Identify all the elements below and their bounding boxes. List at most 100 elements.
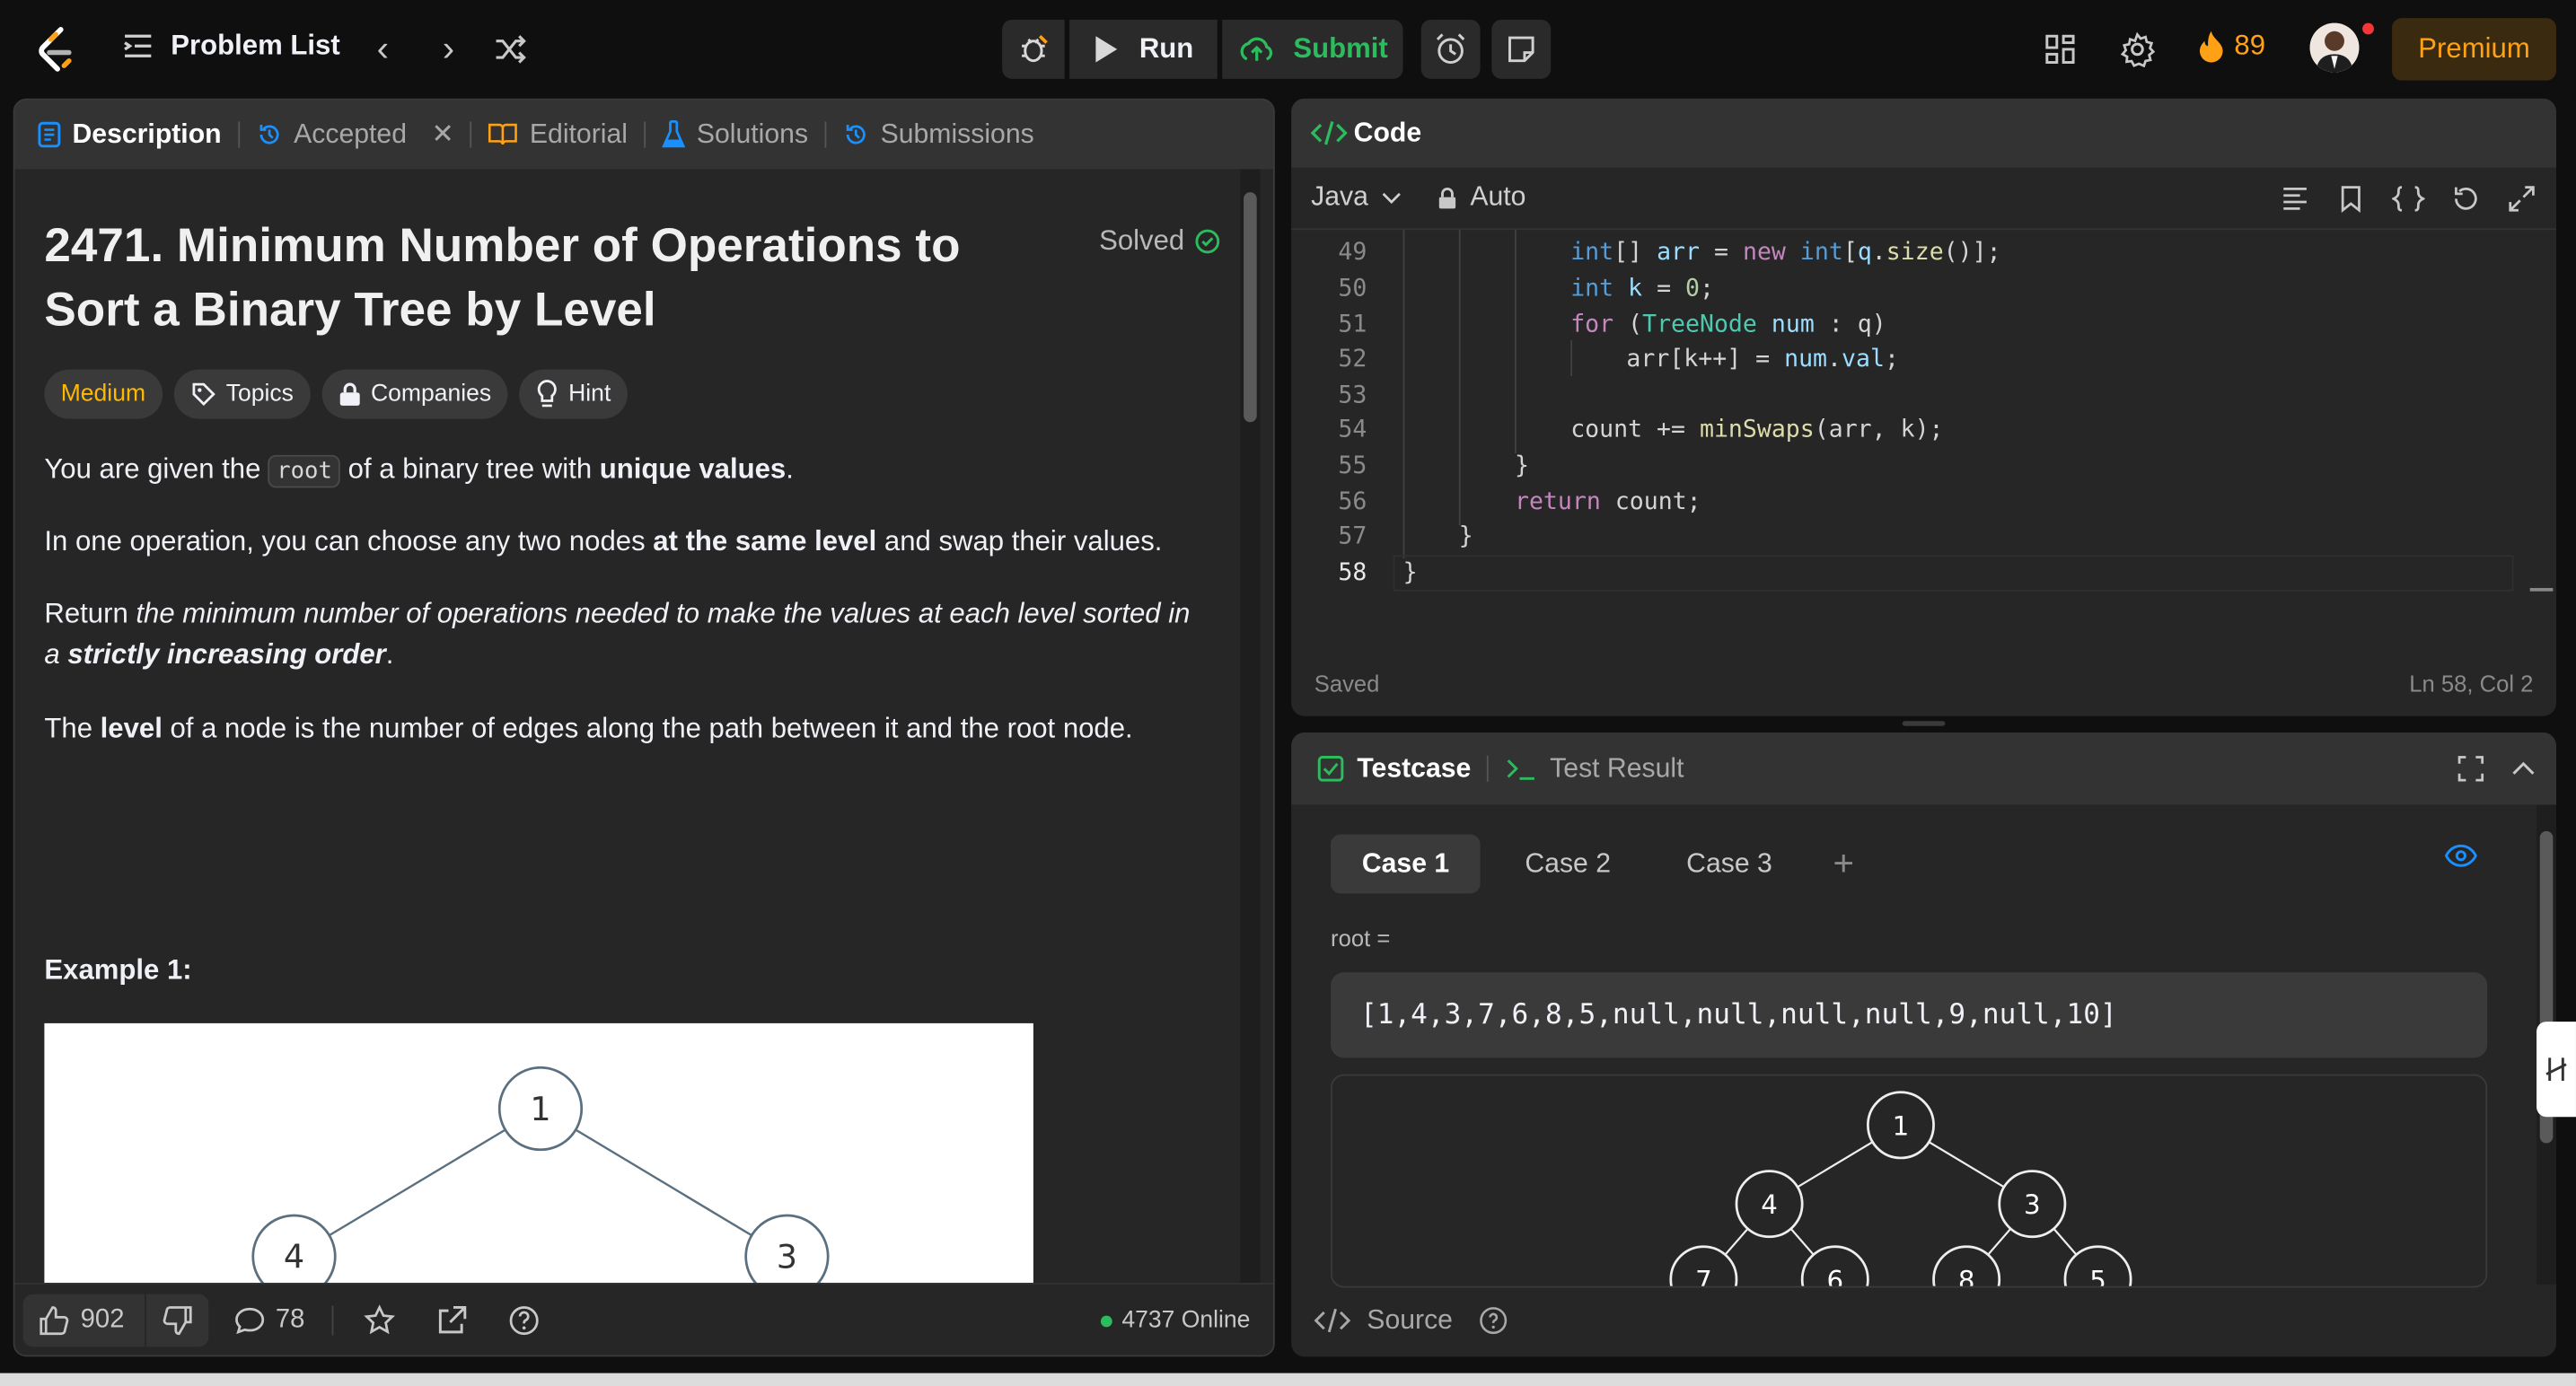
tab-test-result-label: Test Result (1550, 752, 1684, 783)
editor-actions (2281, 184, 2536, 214)
companies-label: Companies (370, 381, 492, 408)
run-label: Run (1139, 32, 1194, 65)
play-icon (1096, 36, 1119, 63)
bold-text: level (100, 713, 163, 744)
tree-node-label: 3 (777, 1238, 797, 1276)
saved-status: Saved (1314, 670, 1380, 697)
tab-testcase[interactable]: Testcase (1291, 734, 1488, 803)
scrollbar-thumb[interactable] (1244, 192, 1257, 423)
top-bar: Problem List ‹ › Run Submit 89 Premium (0, 0, 2576, 99)
comments-button[interactable]: 78 (234, 1305, 304, 1335)
text: . (786, 452, 794, 485)
line-number: 56 (1338, 489, 1367, 516)
description-tabs: Description Accepted ✕ Editorial Solutio… (14, 100, 1274, 170)
case-tab-2[interactable]: Case 2 (1494, 834, 1642, 893)
run-button[interactable]: Run (1069, 19, 1218, 79)
text: of a binary tree with (340, 452, 600, 485)
close-tab-icon[interactable]: ✕ (431, 118, 453, 152)
footer-divider (330, 1304, 333, 1335)
debug-button[interactable] (1002, 19, 1065, 79)
vote-group: 902 (22, 1293, 208, 1347)
tab-test-result[interactable]: Test Result (1489, 734, 1700, 803)
online-indicator: 4737 Online (1100, 1307, 1250, 1334)
problem-list-button[interactable]: Problem List (121, 30, 340, 63)
help-icon[interactable] (506, 1303, 540, 1337)
streak-counter[interactable]: 89 (2198, 30, 2265, 63)
reset-icon[interactable] (2451, 184, 2481, 214)
bug-icon (1022, 34, 1048, 63)
description-panel: Description Accepted ✕ Editorial Solutio… (13, 98, 1275, 1357)
hint-pill[interactable]: Hint (519, 369, 628, 419)
tab-solutions[interactable]: Solutions (646, 101, 824, 170)
companies-pill[interactable]: Companies (321, 369, 508, 419)
topics-pill[interactable]: Topics (173, 369, 311, 419)
list-icon (124, 34, 152, 57)
next-problem-button[interactable]: › (427, 29, 470, 73)
tab-description[interactable]: Description (14, 101, 237, 170)
tab-editorial-label: Editorial (529, 118, 629, 149)
avatar-icon (2309, 22, 2360, 73)
code-line: count += minSwaps(arr, k); (1570, 417, 1944, 444)
line-number: 51 (1338, 311, 1367, 338)
tab-submissions[interactable]: Submissions (826, 101, 1051, 170)
user-avatar[interactable] (2309, 22, 2360, 73)
like-button[interactable]: 902 (23, 1305, 145, 1335)
description-paragraph-1: You are given the root of a binary tree … (44, 449, 1210, 493)
notes-button[interactable] (1491, 19, 1552, 79)
shuffle-icon[interactable] (493, 33, 529, 66)
tab-editorial[interactable]: Editorial (472, 101, 644, 170)
code-line: } (1514, 452, 1529, 480)
leetcode-logo-icon[interactable] (30, 23, 79, 76)
case-tab-3[interactable]: Case 3 (1655, 834, 1803, 893)
auto-label: Auto (1470, 182, 1526, 213)
expand-icon[interactable] (2507, 184, 2536, 214)
terminal-icon (1508, 759, 1535, 780)
star-icon[interactable] (362, 1303, 395, 1337)
description-paragraph-2: In one operation, you can choose any two… (44, 521, 1210, 562)
flask-icon (662, 120, 686, 148)
panel-resize-handle[interactable] (1902, 721, 1946, 726)
premium-button[interactable]: Premium (2392, 18, 2557, 81)
add-case-button[interactable]: + (1816, 834, 1870, 893)
timer-button[interactable] (1420, 19, 1481, 79)
dislike-button[interactable] (145, 1305, 208, 1335)
check-circle-icon (1195, 229, 1220, 254)
description-scrollbar[interactable] (1240, 169, 1261, 1286)
submit-label: Submit (1293, 32, 1388, 65)
line-number: 54 (1338, 417, 1367, 444)
format-lines-icon[interactable] (2281, 184, 2310, 214)
chevron-up-icon[interactable] (2510, 759, 2536, 778)
help-icon[interactable] (1479, 1306, 1508, 1336)
tab-accepted-label: Accepted (294, 118, 407, 149)
tab-testcase-label: Testcase (1357, 752, 1472, 783)
case-tab-1[interactable]: Case 1 (1331, 834, 1481, 894)
topics-label: Topics (225, 381, 294, 408)
settings-gear-icon[interactable] (2119, 31, 2156, 68)
fullscreen-icon[interactable] (2457, 756, 2484, 782)
tree-node-label: 1 (530, 1090, 550, 1128)
testcase-input-value: [1,4,3,7,6,8,5,null,null,null,null,9,nul… (1359, 998, 2117, 1032)
language-select[interactable]: Java (1311, 182, 1401, 214)
indent-guide (1514, 230, 1517, 453)
testcase-header: Testcase Test Result (1291, 732, 2557, 805)
tab-submissions-label: Submissions (880, 118, 1034, 149)
side-panel-handle[interactable] (2536, 1022, 2576, 1118)
auto-mode-toggle[interactable]: Auto (1437, 182, 1526, 214)
submit-button[interactable]: Submit (1222, 19, 1403, 79)
share-icon[interactable] (435, 1303, 468, 1337)
example-title: Example 1: (44, 954, 192, 986)
like-count: 902 (80, 1304, 125, 1333)
tab-code[interactable]: Code (1291, 99, 1437, 168)
lock-icon (1438, 187, 1455, 208)
source-button[interactable]: Source (1367, 1305, 1453, 1337)
braces-icon[interactable] (2392, 184, 2425, 214)
tab-accepted[interactable]: Accepted ✕ (240, 101, 470, 170)
prev-problem-button[interactable]: ‹ (362, 29, 405, 73)
layout-icon[interactable] (2044, 33, 2077, 66)
comment-icon (234, 1306, 264, 1334)
testcase-input[interactable]: [1,4,3,7,6,8,5,null,null,null,null,9,nul… (1331, 972, 2488, 1058)
tree-node-label: 3 (2024, 1189, 2041, 1220)
eye-icon[interactable] (2444, 844, 2478, 867)
bookmark-icon[interactable] (2336, 184, 2366, 214)
code-editor[interactable]: 49 50 51 52 53 54 55 56 57 58 int[] arr … (1291, 230, 2556, 637)
